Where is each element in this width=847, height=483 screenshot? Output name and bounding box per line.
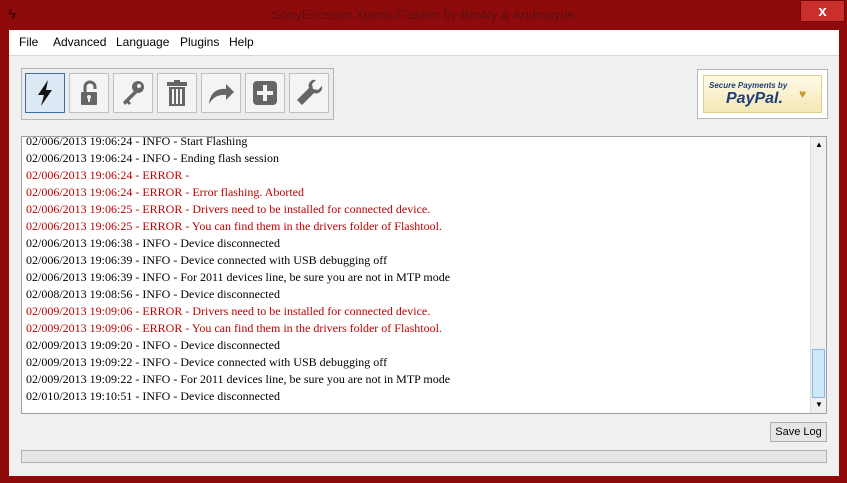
unlock-button[interactable] xyxy=(69,73,109,113)
log-line: 02/006/2013 19:06:38 - INFO - Device dis… xyxy=(26,236,280,250)
key-button[interactable] xyxy=(113,73,153,113)
title-bar[interactable]: ϟ SonyEricsson Xperia Flasher by Bin4ry … xyxy=(0,0,847,30)
delete-button[interactable] xyxy=(157,73,197,113)
app-window: ϟ SonyEricsson Xperia Flasher by Bin4ry … xyxy=(0,0,847,483)
redo-button[interactable] xyxy=(201,73,241,113)
log-panel[interactable]: 02/006/2013 19:06:24 - INFO - Start Flas… xyxy=(21,136,827,414)
log-line: 02/009/2013 19:09:06 - ERROR - You can f… xyxy=(26,321,442,335)
menu-help[interactable]: Help xyxy=(229,35,254,49)
log-line: 02/006/2013 19:06:25 - ERROR - Drivers n… xyxy=(26,202,431,216)
log-line: 02/006/2013 19:06:24 - INFO - Ending fla… xyxy=(26,151,279,165)
paypal-logo: PayPal. xyxy=(726,90,783,107)
window-title: SonyEricsson Xperia Flasher by Bin4ry & … xyxy=(272,7,575,22)
paypal-badge: Secure Payments by PayPal. ♥ xyxy=(703,75,822,113)
paypal-donate-button[interactable]: Secure Payments by PayPal. ♥ xyxy=(697,69,828,119)
trash-icon xyxy=(167,80,187,106)
log-line: 02/009/2013 19:09:22 - INFO - Device con… xyxy=(26,355,388,369)
plus-icon xyxy=(253,81,277,105)
toolbar xyxy=(21,68,334,120)
log-line: 02/006/2013 19:06:25 - ERROR - You can f… xyxy=(26,219,442,233)
log-line: 02/006/2013 19:06:39 - INFO - Device con… xyxy=(26,253,388,267)
log-line: 02/010/2013 19:10:51 - INFO - Device dis… xyxy=(26,389,280,403)
log-lines: 02/006/2013 19:06:24 - INFO - Start Flas… xyxy=(26,136,806,405)
add-button[interactable] xyxy=(245,73,285,113)
menu-language[interactable]: Language xyxy=(116,35,169,49)
flash-button[interactable] xyxy=(25,73,65,113)
flash-icon xyxy=(38,80,52,106)
log-scrollbar[interactable]: ▲ ▼ xyxy=(810,137,826,413)
log-line: 02/009/2013 19:09:20 - INFO - Device dis… xyxy=(26,338,280,352)
log-line: 02/006/2013 19:06:24 - ERROR - Error fla… xyxy=(26,185,304,199)
log-line: 02/006/2013 19:06:24 - ERROR - xyxy=(26,168,190,182)
scroll-up-arrow-icon[interactable]: ▲ xyxy=(811,137,826,153)
paypal-caption: Secure Payments by xyxy=(709,81,788,90)
scroll-thumb[interactable] xyxy=(812,349,825,398)
log-line: 02/009/2013 19:09:22 - INFO - For 2011 d… xyxy=(26,372,451,386)
log-line: 02/008/2013 19:08:56 - INFO - Device dis… xyxy=(26,287,280,301)
menu-file[interactable]: File xyxy=(19,35,38,49)
progress-bar xyxy=(21,450,827,463)
close-button[interactable]: x xyxy=(800,0,845,22)
log-line: 02/006/2013 19:06:24 - INFO - Start Flas… xyxy=(26,136,248,148)
save-log-button[interactable]: Save Log xyxy=(770,422,827,442)
wrench-icon xyxy=(297,79,323,105)
redo-arrow-icon xyxy=(209,84,234,104)
key-icon xyxy=(123,81,144,105)
menu-advanced[interactable]: Advanced xyxy=(53,35,106,49)
menu-plugins[interactable]: Plugins xyxy=(180,35,219,49)
log-line: 02/006/2013 19:06:39 - INFO - For 2011 d… xyxy=(26,270,451,284)
client-area: File Advanced Language Plugins Help Secu… xyxy=(9,30,839,476)
tools-button[interactable] xyxy=(289,73,329,113)
unlock-icon xyxy=(81,80,97,105)
scroll-down-arrow-icon[interactable]: ▼ xyxy=(811,397,826,413)
log-line: 02/009/2013 19:09:06 - ERROR - Drivers n… xyxy=(26,304,431,318)
heart-icon: ♥ xyxy=(799,87,807,101)
menu-bar: File Advanced Language Plugins Help xyxy=(9,30,839,56)
